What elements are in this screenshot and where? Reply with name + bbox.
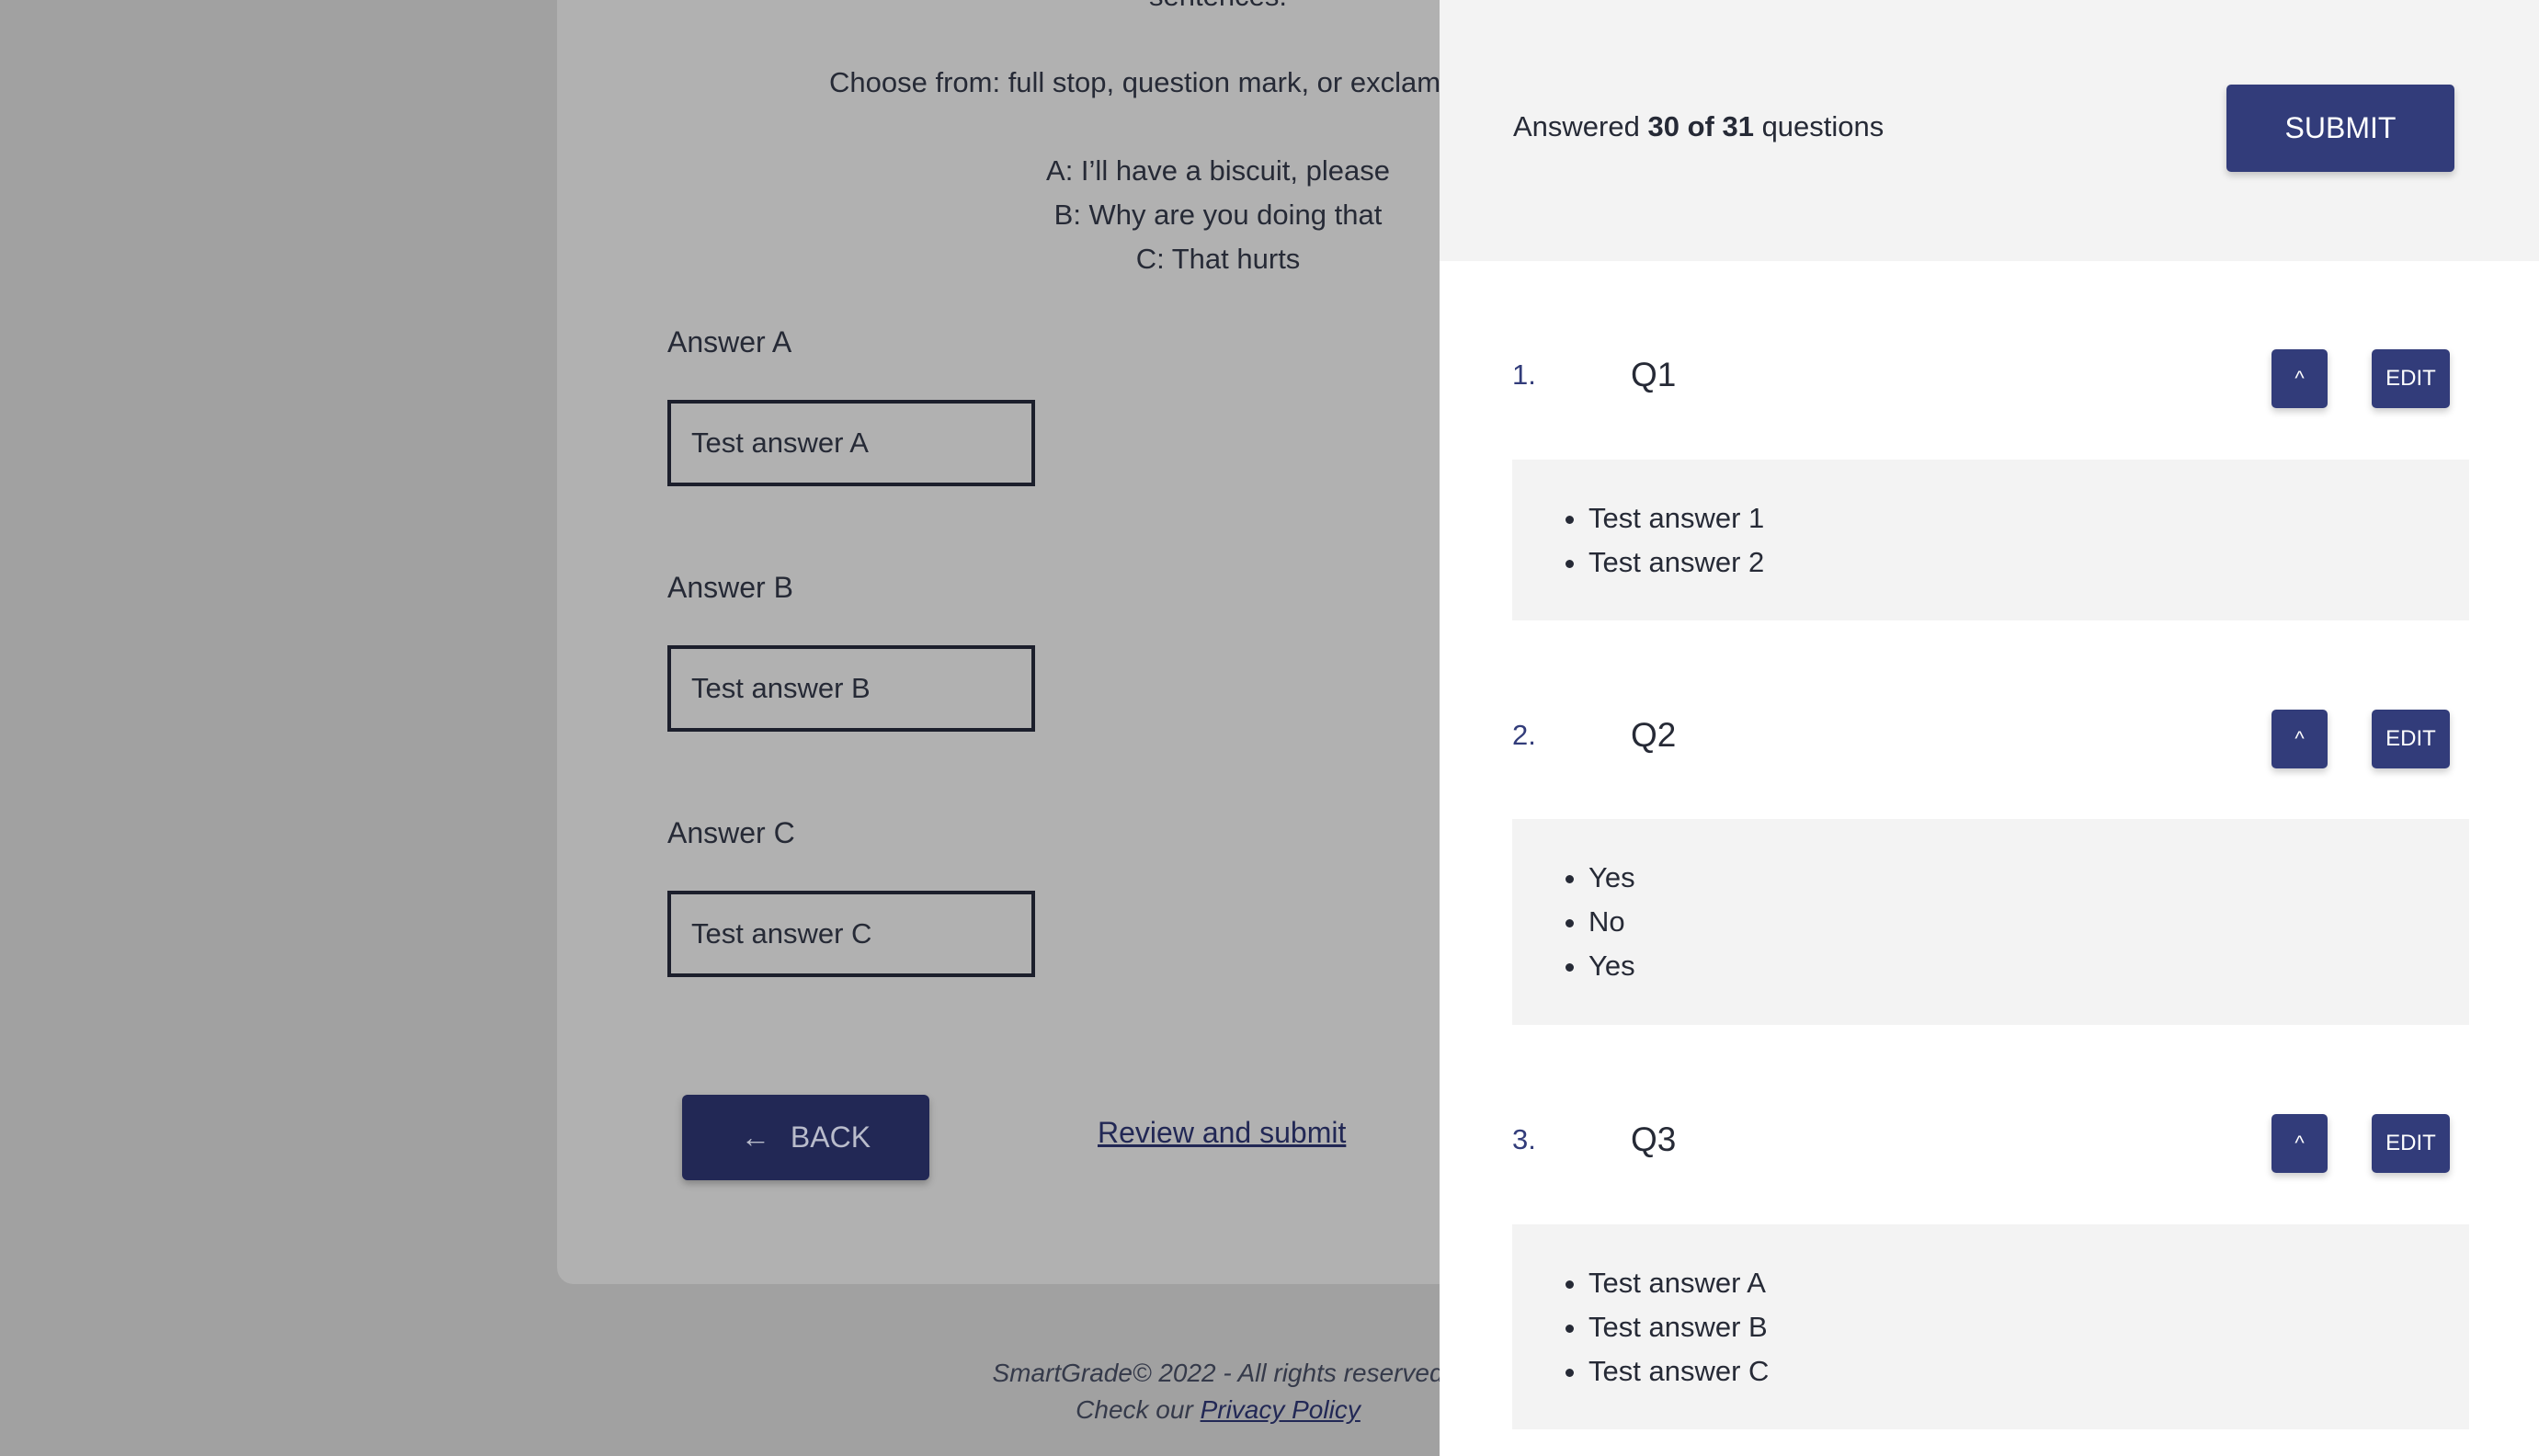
answer-item: No xyxy=(1588,900,2469,944)
answered-status: Answered 30 of 31 questions xyxy=(1513,110,1884,143)
back-button[interactable]: ← BACK xyxy=(682,1095,929,1180)
question-number: 3. xyxy=(1512,1123,1536,1155)
answer-item: Yes xyxy=(1588,856,2469,900)
footer-check-text: Check our xyxy=(1076,1395,1193,1424)
arrow-left-icon: ← xyxy=(740,1120,770,1154)
collapse-button[interactable]: ^ xyxy=(2271,710,2328,768)
review-and-submit-link[interactable]: Review and submit xyxy=(1098,1116,1346,1150)
collapse-button[interactable]: ^ xyxy=(2271,1114,2328,1173)
answer-c-input[interactable]: Test answer C xyxy=(667,891,1035,977)
question-number: 2. xyxy=(1512,719,1536,751)
answer-item: Yes xyxy=(1588,944,2469,988)
chevron-up-icon: ^ xyxy=(2294,1132,2305,1155)
review-drawer: Answered 30 of 31 questions SUBMIT 1. Q1… xyxy=(1440,0,2539,1456)
answer-a-label: Answer A xyxy=(667,325,792,358)
answer-item: Test answer C xyxy=(1588,1349,2469,1393)
answer-item: Test answer 1 xyxy=(1588,496,2469,540)
answer-list-box: Test answer A Test answer B Test answer … xyxy=(1512,1224,2469,1429)
collapse-button[interactable]: ^ xyxy=(2271,349,2328,408)
submit-button[interactable]: SUBMIT xyxy=(2226,85,2454,172)
answer-item: Test answer 2 xyxy=(1588,540,2469,585)
review-header: Answered 30 of 31 questions SUBMIT xyxy=(1440,0,2539,261)
answered-prefix: Answered xyxy=(1513,110,1640,142)
question-card xyxy=(557,0,1476,1284)
question-title: Q1 xyxy=(1631,356,1677,393)
privacy-policy-link[interactable]: Privacy Policy xyxy=(1201,1395,1361,1424)
answer-item: Test answer A xyxy=(1588,1261,2469,1305)
question-title: Q2 xyxy=(1631,716,1677,754)
answer-list-box: Yes No Yes xyxy=(1512,819,2469,1025)
answer-list-box: Test answer 1 Test answer 2 xyxy=(1512,460,2469,620)
answer-a-input[interactable]: Test answer A xyxy=(667,400,1035,486)
chevron-up-icon: ^ xyxy=(2294,727,2305,750)
back-label: BACK xyxy=(790,1120,871,1154)
answer-item: Test answer B xyxy=(1588,1305,2469,1349)
answer-b-label: Answer B xyxy=(667,571,793,604)
question-number: 1. xyxy=(1512,358,1536,391)
answered-suffix: questions xyxy=(1761,110,1884,142)
answered-count: 30 of 31 xyxy=(1647,110,1754,142)
answer-b-input[interactable]: Test answer B xyxy=(667,645,1035,732)
edit-button[interactable]: EDIT xyxy=(2372,349,2450,408)
edit-button[interactable]: EDIT xyxy=(2372,1114,2450,1173)
question-title: Q3 xyxy=(1631,1120,1677,1158)
answer-c-label: Answer C xyxy=(667,816,795,849)
chevron-up-icon: ^ xyxy=(2294,367,2305,390)
edit-button[interactable]: EDIT xyxy=(2372,710,2450,768)
